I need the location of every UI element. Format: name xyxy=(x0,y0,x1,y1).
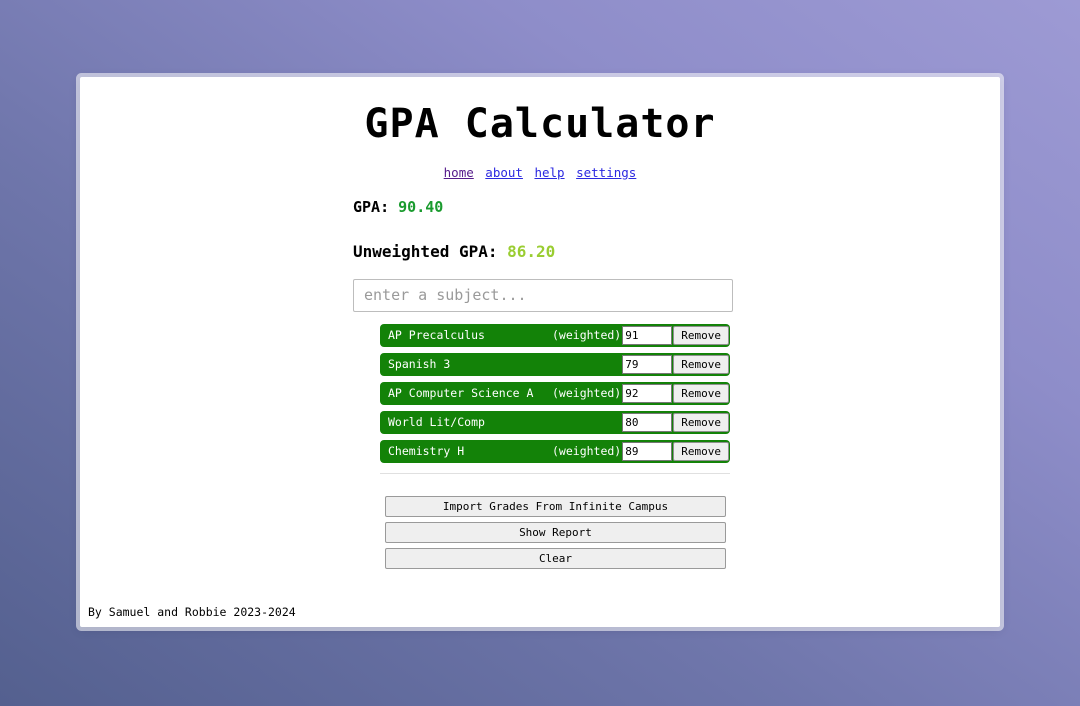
import-grades-button[interactable]: Import Grades From Infinite Campus xyxy=(385,495,726,517)
nav-link-about[interactable]: about xyxy=(485,165,523,180)
section-divider xyxy=(380,472,730,474)
weighted-tag: (weighted) xyxy=(552,328,622,342)
nav-link-settings[interactable]: settings xyxy=(576,165,636,180)
unweighted-gpa-line: Unweighted GPA: 86.20 xyxy=(80,242,1000,261)
subject-list: AP Precalculus (weighted) Remove Spanish… xyxy=(80,323,730,463)
remove-button[interactable]: Remove xyxy=(673,325,729,345)
action-button-group: Import Grades From Infinite Campus Show … xyxy=(80,495,730,569)
grade-input[interactable] xyxy=(622,354,673,374)
footer-credit: By Samuel and Robbie 2023-2024 xyxy=(88,605,296,619)
remove-button[interactable]: Remove xyxy=(673,354,729,374)
weighted-tag: (weighted) xyxy=(552,386,622,400)
subject-input-wrap xyxy=(80,278,1000,312)
unweighted-gpa-label: Unweighted GPA: xyxy=(353,241,498,261)
subject-name: World Lit/Comp xyxy=(388,415,485,429)
subject-input[interactable] xyxy=(353,278,733,312)
subject-name: Spanish 3 xyxy=(388,357,451,371)
subject-name: AP Computer Science A xyxy=(388,386,534,400)
grade-input[interactable] xyxy=(622,383,673,403)
table-row: AP Computer Science A (weighted) Remove xyxy=(380,381,730,405)
table-row: Spanish 3 Remove xyxy=(380,352,730,376)
weighted-tag: (weighted) xyxy=(552,444,622,458)
weighted-gpa-label: GPA: xyxy=(353,197,390,216)
page-title: GPA Calculator xyxy=(364,101,716,147)
remove-button[interactable]: Remove xyxy=(673,412,729,432)
page-card: GPA Calculator home about help settings … xyxy=(80,77,1000,627)
remove-button[interactable]: Remove xyxy=(673,441,729,461)
unweighted-gpa-value: 86.20 xyxy=(507,241,556,261)
grade-input[interactable] xyxy=(622,441,673,461)
nav-link-help[interactable]: help xyxy=(534,165,564,180)
navbar: home about help settings xyxy=(80,165,1000,180)
weighted-gpa-line: GPA: 90.40 xyxy=(80,198,1000,216)
weighted-gpa-value: 90.40 xyxy=(398,197,444,216)
grade-input[interactable] xyxy=(622,325,673,345)
nav-link-home[interactable]: home xyxy=(444,165,474,180)
remove-button[interactable]: Remove xyxy=(673,383,729,403)
table-row: World Lit/Comp Remove xyxy=(380,410,730,434)
table-row: Chemistry H (weighted) Remove xyxy=(380,439,730,463)
subject-name: AP Precalculus xyxy=(388,328,485,342)
show-report-button[interactable]: Show Report xyxy=(385,521,726,543)
grade-input[interactable] xyxy=(622,412,673,432)
clear-button[interactable]: Clear xyxy=(385,547,726,569)
subject-name: Chemistry H xyxy=(388,444,465,458)
table-row: AP Precalculus (weighted) Remove xyxy=(380,323,730,347)
